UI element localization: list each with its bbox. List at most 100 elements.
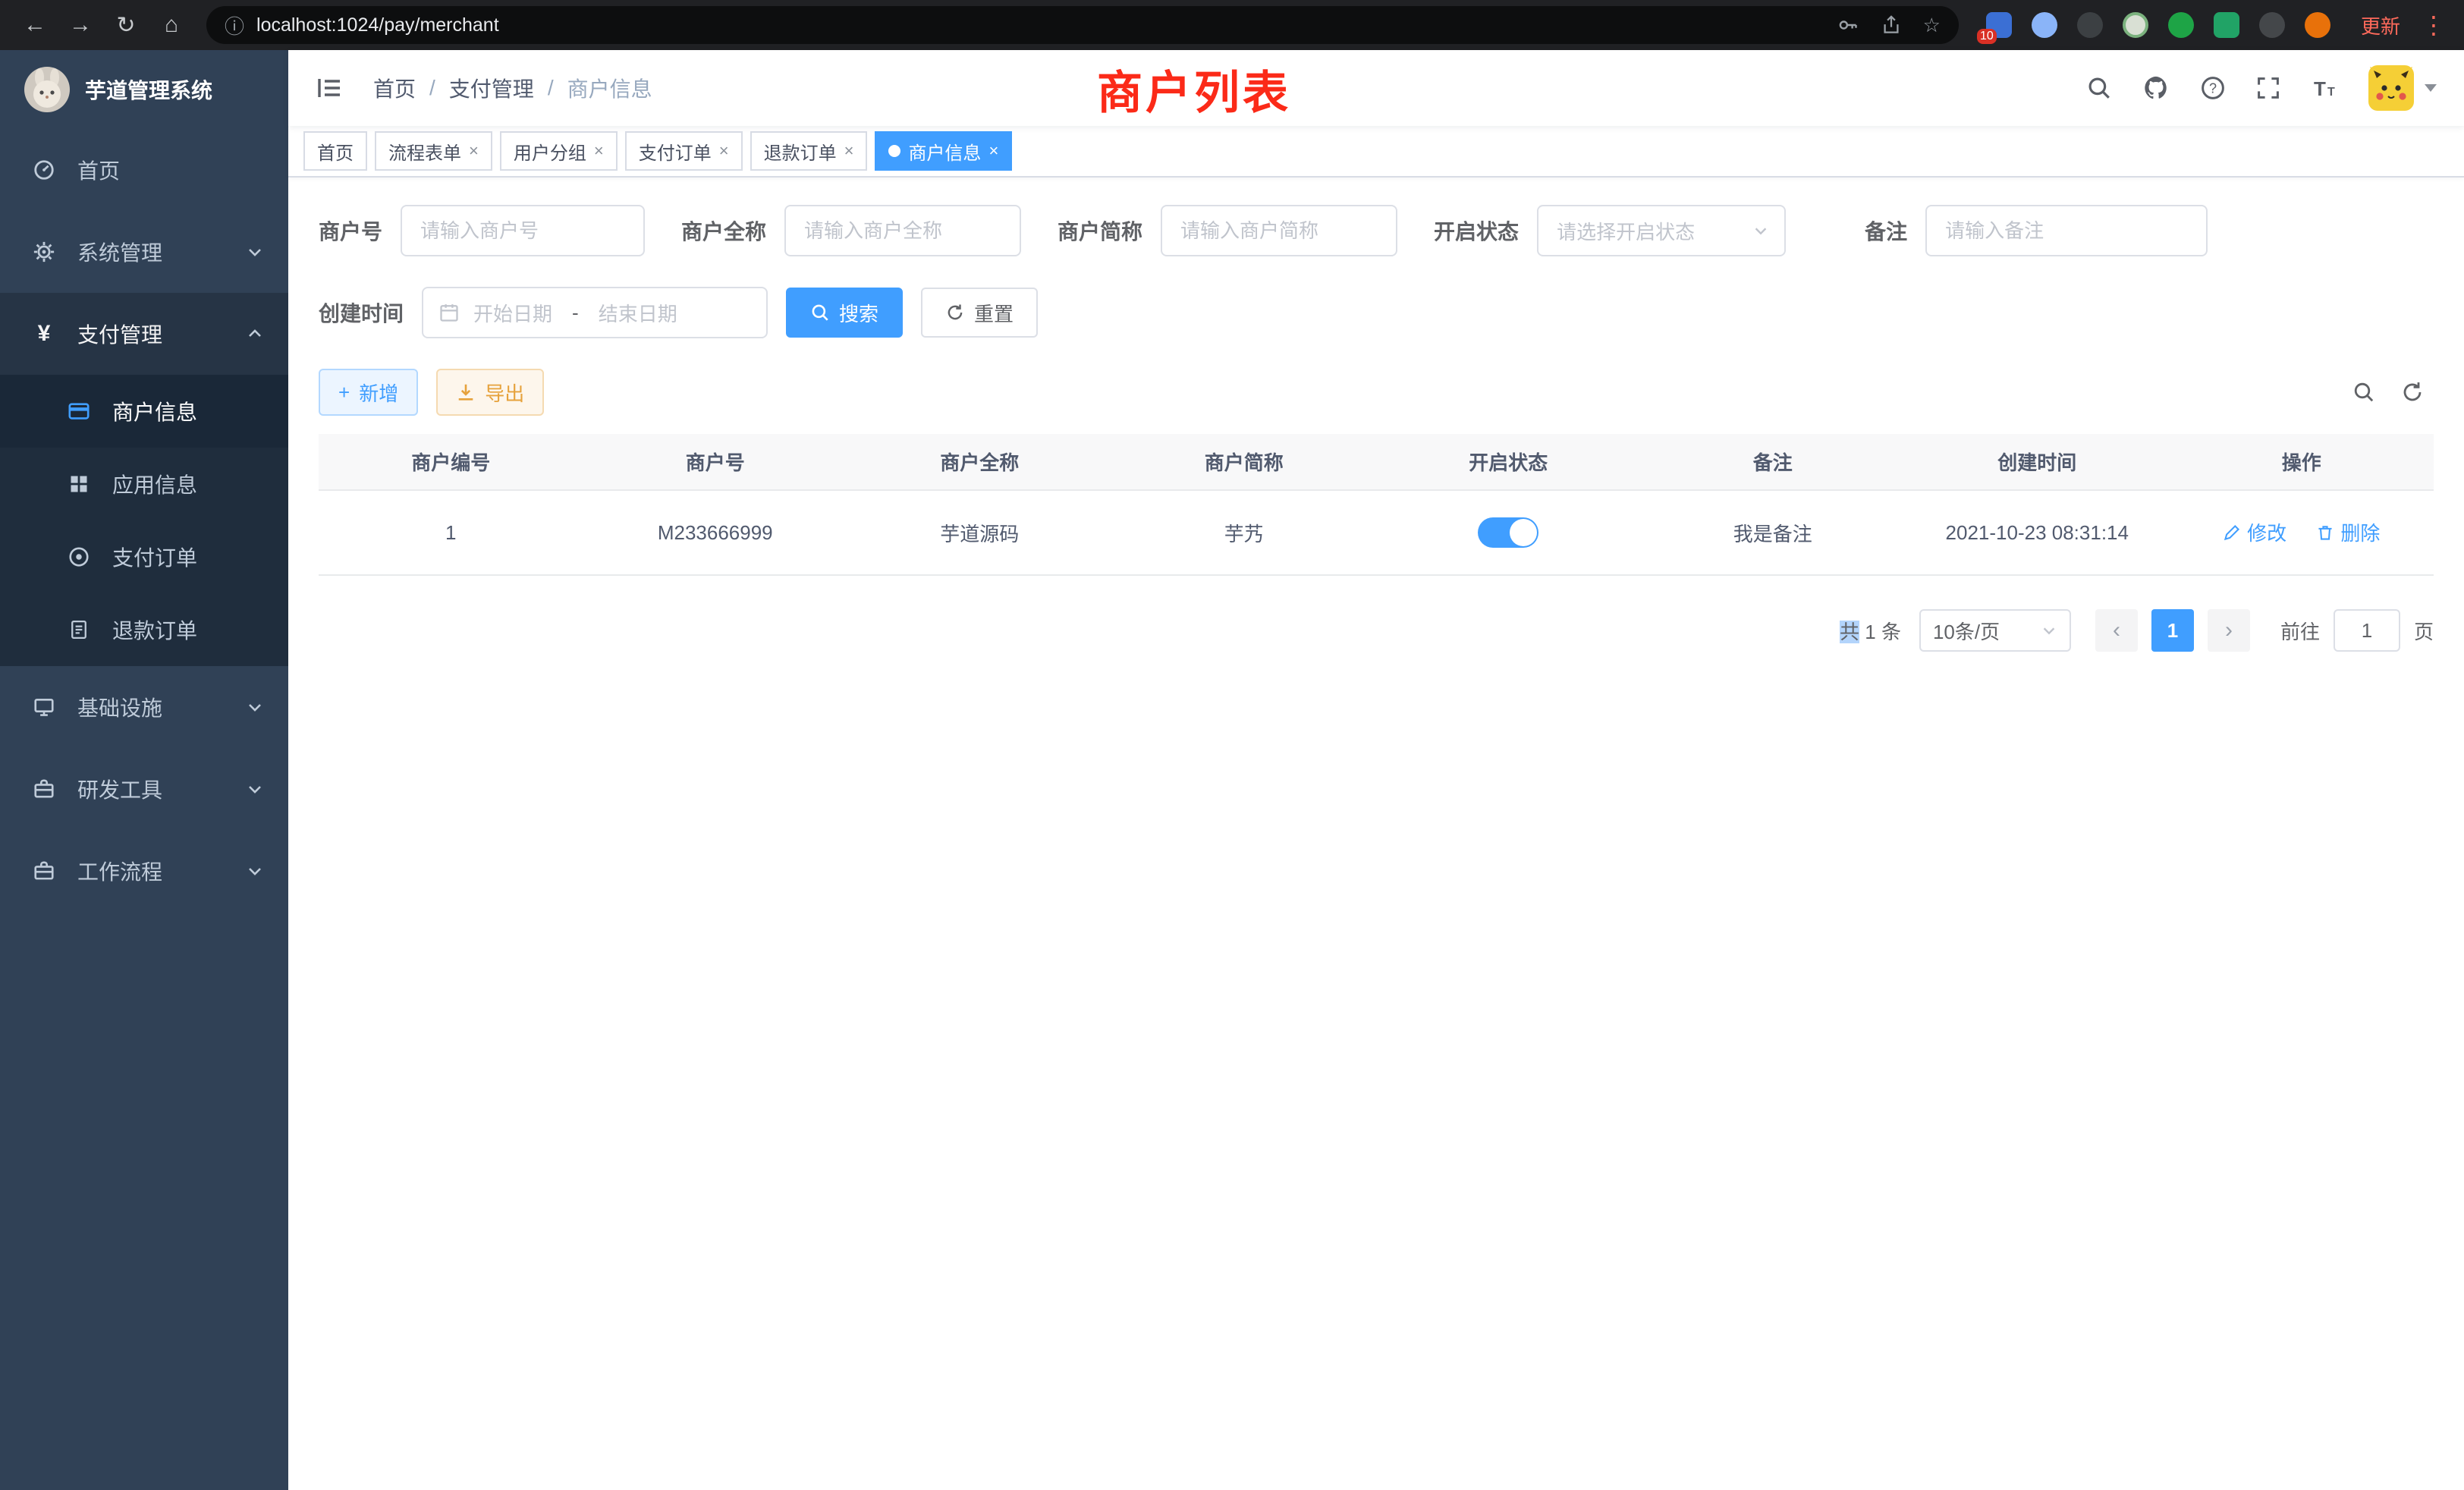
col-create-time: 创建时间 xyxy=(1905,434,2170,490)
plus-icon: + xyxy=(338,381,350,404)
tab-merchant-info[interactable]: 商户信息× xyxy=(875,131,1012,171)
sidebar-item-infrastructure[interactable]: 基础设施 xyxy=(0,666,288,748)
reload-button[interactable]: ↻ xyxy=(106,5,146,45)
sidebar-fold-icon[interactable] xyxy=(306,74,352,102)
sidebar-item-dev-tools[interactable]: 研发工具 xyxy=(0,748,288,830)
reset-button[interactable]: 重置 xyxy=(921,288,1038,338)
tab-pay-orders[interactable]: 支付订单× xyxy=(625,131,743,171)
breadcrumb-payment[interactable]: 支付管理 xyxy=(449,73,534,103)
merchant-full-name-input[interactable] xyxy=(784,205,1021,256)
close-icon[interactable]: × xyxy=(719,141,729,161)
remark-label: 备注 xyxy=(1865,215,1907,246)
close-icon[interactable]: × xyxy=(844,141,854,161)
end-date-placeholder[interactable]: 结束日期 xyxy=(599,299,677,327)
user-avatar[interactable] xyxy=(2368,65,2437,111)
col-merchant-id: 商户编号 xyxy=(319,434,583,490)
font-size-icon[interactable]: TT xyxy=(2311,76,2338,100)
extension-icon-2[interactable] xyxy=(2032,12,2057,38)
close-icon[interactable]: × xyxy=(594,141,604,161)
cell-short-name: 芋艿 xyxy=(1112,490,1377,575)
help-icon[interactable]: ? xyxy=(2200,75,2226,101)
search-form-row-1: 商户号 商户全称 商户简称 开启状态 请选择开启状态 xyxy=(319,205,2434,256)
pagination-goto: 前往 页 xyxy=(2280,609,2434,652)
search-form-row-2: 创建时间 开始日期 - 结束日期 搜索 重置 xyxy=(319,287,2434,338)
page-number-1[interactable]: 1 xyxy=(2151,609,2194,652)
sidebar-item-workflow[interactable]: 工作流程 xyxy=(0,830,288,912)
refresh-icon xyxy=(945,303,965,322)
tab-user-group[interactable]: 用户分组× xyxy=(500,131,618,171)
tags-view-bar: 首页 流程表单× 用户分组× 支付订单× 退款订单× 商户信息× xyxy=(288,126,2464,178)
edit-button[interactable]: 修改 xyxy=(2223,518,2286,546)
header-search-icon[interactable] xyxy=(2086,75,2112,101)
delete-button[interactable]: 删除 xyxy=(2316,518,2380,546)
search-button[interactable]: 搜索 xyxy=(786,288,903,338)
breadcrumb-current: 商户信息 xyxy=(567,73,652,103)
cell-merchant-no: M233666999 xyxy=(583,490,848,575)
sidebar-item-label: 商户信息 xyxy=(112,396,197,426)
sidebar-item-app-info[interactable]: 应用信息 xyxy=(0,448,288,520)
sidebar-item-merchant-info[interactable]: 商户信息 xyxy=(0,375,288,448)
forward-button[interactable]: → xyxy=(61,5,100,45)
toggle-search-icon[interactable] xyxy=(2352,380,2376,404)
sidebar-item-label: 研发工具 xyxy=(77,774,162,804)
share-icon[interactable] xyxy=(1881,14,1902,36)
close-icon[interactable]: × xyxy=(469,141,479,161)
grid-icon xyxy=(67,473,91,495)
breadcrumb-separator: / xyxy=(548,76,554,100)
browser-update-button[interactable]: 更新 xyxy=(2361,11,2400,39)
extension-icon-8[interactable] xyxy=(2305,12,2330,38)
url-bar[interactable]: ⓘ localhost:1024/pay/merchant ☆ xyxy=(206,6,1959,44)
extension-icon-5[interactable] xyxy=(2168,12,2194,38)
sidebar-item-refund-orders[interactable]: 退款订单 xyxy=(0,593,288,666)
extension-icon-4[interactable] xyxy=(2123,12,2148,38)
cell-create-time: 2021-10-23 08:31:14 xyxy=(1905,490,2170,575)
page-size-select[interactable]: 10条/页 xyxy=(1919,609,2071,652)
app-title: 芋道管理系统 xyxy=(85,74,212,105)
merchant-full-name-label: 商户全称 xyxy=(681,215,766,246)
browser-chrome: ← → ↻ ⌂ ⓘ localhost:1024/pay/merchant ☆ … xyxy=(0,0,2464,50)
refresh-table-icon[interactable] xyxy=(2400,380,2425,404)
extension-icon-1[interactable]: 10 xyxy=(1986,12,2012,38)
bookmark-star-icon[interactable]: ☆ xyxy=(1923,14,1941,37)
add-button[interactable]: + 新增 xyxy=(319,369,418,416)
edit-pencil-icon xyxy=(2223,523,2241,542)
merchant-short-name-input[interactable] xyxy=(1161,205,1397,256)
browser-menu-button[interactable]: ⋮ xyxy=(2418,11,2449,39)
sidebar-item-pay-orders[interactable]: 支付订单 xyxy=(0,520,288,593)
goto-page-input[interactable] xyxy=(2334,609,2400,652)
export-button[interactable]: 导出 xyxy=(436,369,544,416)
extension-icon-6[interactable] xyxy=(2214,12,2239,38)
sidebar-item-label: 退款订单 xyxy=(112,615,197,645)
close-icon[interactable]: × xyxy=(988,141,998,161)
table-row: 1 M233666999 芋道源码 芋艿 我是备注 2021-10-23 08:… xyxy=(319,490,2434,575)
fullscreen-icon[interactable] xyxy=(2256,76,2280,100)
sidebar-item-payment[interactable]: ¥ 支付管理 xyxy=(0,293,288,375)
extension-icon-3[interactable] xyxy=(2077,12,2103,38)
create-time-range-picker[interactable]: 开始日期 - 结束日期 xyxy=(422,287,768,338)
password-key-icon[interactable] xyxy=(1837,14,1859,36)
status-switch[interactable] xyxy=(1478,517,1538,548)
back-button[interactable]: ← xyxy=(15,5,55,45)
sidebar-item-home[interactable]: 首页 xyxy=(0,129,288,211)
home-button[interactable]: ⌂ xyxy=(152,5,191,45)
sidebar-item-label: 首页 xyxy=(77,155,120,185)
col-full-name: 商户全称 xyxy=(847,434,1112,490)
site-info-icon[interactable]: ⓘ xyxy=(225,11,244,39)
breadcrumb-home[interactable]: 首页 xyxy=(373,73,416,103)
start-date-placeholder[interactable]: 开始日期 xyxy=(473,299,552,327)
credit-card-icon xyxy=(67,400,91,423)
tab-refund-orders[interactable]: 退款订单× xyxy=(750,131,868,171)
status-select[interactable]: 请选择开启状态 xyxy=(1537,205,1786,256)
app-logo[interactable]: 芋道管理系统 xyxy=(0,50,288,129)
tab-home[interactable]: 首页 xyxy=(303,131,367,171)
merchant-no-input[interactable] xyxy=(401,205,645,256)
prev-page-button[interactable]: ‹ xyxy=(2095,609,2138,652)
next-page-button[interactable]: › xyxy=(2208,609,2250,652)
extension-icon-7[interactable] xyxy=(2259,12,2285,38)
github-icon[interactable] xyxy=(2142,74,2170,102)
sidebar-item-system[interactable]: 系统管理 xyxy=(0,211,288,293)
tab-process-form[interactable]: 流程表单× xyxy=(375,131,492,171)
url-text[interactable]: localhost:1024/pay/merchant xyxy=(256,14,1824,36)
remark-input[interactable] xyxy=(1925,205,2208,256)
svg-text:T: T xyxy=(2314,77,2326,100)
